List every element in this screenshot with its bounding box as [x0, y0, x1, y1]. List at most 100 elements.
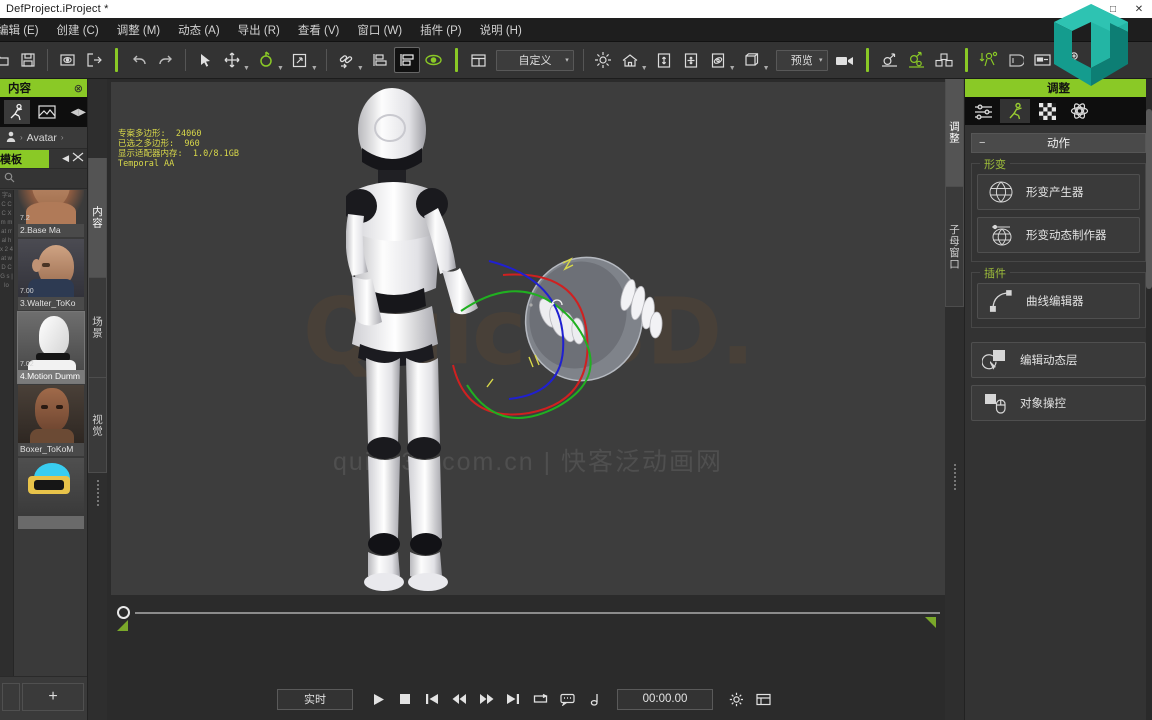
nav-left-icon[interactable]: ◀ [71, 107, 79, 118]
gear-icon[interactable] [724, 688, 748, 710]
content-nav-arrows[interactable]: ◀ ▶ [71, 107, 86, 118]
sidebar-item-adjust[interactable]: 调整 [945, 79, 964, 187]
filter-icon[interactable] [71, 150, 85, 168]
link-icon[interactable] [333, 47, 359, 73]
timecode-field[interactable]: 00:00.00 [617, 688, 713, 710]
layout-icon[interactable] [466, 47, 492, 73]
menu-plugins[interactable]: 插件 (P) [411, 19, 471, 41]
menu-help[interactable]: 说明 (H) [471, 19, 531, 41]
cluster-icon[interactable] [931, 47, 957, 73]
list-icon[interactable] [751, 688, 775, 710]
home-icon[interactable] [617, 47, 643, 73]
nav-right-icon[interactable]: ▶ [78, 107, 86, 118]
move-icon[interactable] [219, 47, 245, 73]
menu-view[interactable]: 查看 (V) [289, 19, 349, 41]
nav-left-icon[interactable]: ◀ [62, 153, 69, 164]
morph-generator-button[interactable]: 形变产生器 [977, 174, 1140, 210]
search-icon[interactable] [4, 170, 15, 188]
playback-mode-button[interactable]: 实时 [277, 688, 353, 710]
morph-animator-button[interactable]: 形变动态制作器 [977, 217, 1140, 253]
menu-edit[interactable]: 编辑 (E) [0, 19, 48, 41]
select-icon[interactable] [192, 47, 218, 73]
comment-button[interactable] [555, 688, 579, 710]
section-header-motion[interactable]: − 动作 [971, 133, 1146, 153]
open-icon[interactable] [0, 47, 14, 73]
height-icon[interactable] [651, 47, 677, 73]
jump-start-button[interactable] [420, 688, 444, 710]
content-active-subtab[interactable]: 模板 [0, 149, 49, 168]
close-icon[interactable]: ⊗ [74, 82, 83, 95]
face-icon[interactable] [1003, 47, 1029, 73]
timeline-scrubber[interactable] [107, 595, 945, 631]
list-item[interactable]: 7.02 4.Motion Dumm [17, 311, 85, 384]
curve-editor-button[interactable]: 曲线编辑器 [977, 283, 1140, 319]
panel-scrollbar[interactable] [1146, 79, 1152, 720]
sidebar-item-visual[interactable]: 视觉 [88, 378, 107, 473]
footer-slot[interactable] [2, 683, 20, 711]
sliders-icon[interactable] [968, 99, 998, 123]
orbit-icon[interactable] [705, 47, 731, 73]
list-item[interactable]: Boxer_ToKoM [18, 385, 84, 456]
content-search-row[interactable] [0, 169, 87, 189]
add-item-button[interactable]: + [22, 683, 84, 711]
camera-icon[interactable] [832, 47, 858, 73]
save-icon[interactable] [15, 47, 41, 73]
fast-forward-button[interactable] [474, 688, 498, 710]
undo-icon[interactable] [126, 47, 152, 73]
collapse-icon[interactable]: − [979, 137, 985, 149]
scene-icon[interactable] [34, 100, 60, 124]
play-button[interactable] [366, 688, 390, 710]
rotate-icon[interactable] [253, 47, 279, 73]
atom-icon[interactable] [1064, 99, 1094, 123]
breadcrumb-item-avatar[interactable]: Avatar [27, 132, 57, 144]
eye-icon[interactable] [421, 47, 447, 73]
timeline-playhead[interactable] [117, 606, 130, 619]
motion-run-icon[interactable] [1000, 99, 1030, 123]
checker-icon[interactable] [1032, 99, 1062, 123]
stop-button[interactable] [393, 688, 417, 710]
scale-icon[interactable] [287, 47, 313, 73]
preview-mode-dropdown[interactable]: 预览 ▾ [775, 49, 828, 71]
scrollbar-thumb[interactable] [1146, 109, 1152, 289]
list-item[interactable]: 7.2 2.Base Ma [18, 190, 84, 237]
range-end-marker[interactable] [925, 617, 936, 628]
loop-button[interactable] [528, 688, 552, 710]
rewind-button[interactable] [447, 688, 471, 710]
menu-animation[interactable]: 动态 (A) [169, 19, 229, 41]
sidebar-item-scene[interactable]: 场景 [88, 278, 107, 378]
dock-resize-handle[interactable] [88, 473, 107, 513]
menu-window[interactable]: 窗口 (W) [348, 19, 411, 41]
layout-preset-dropdown[interactable]: 自定义 ▾ [495, 49, 574, 71]
edit-motion-layer-button[interactable]: 编辑动态层 [971, 342, 1146, 378]
timeline-track[interactable] [135, 612, 940, 614]
dock-resize-handle[interactable] [945, 457, 964, 497]
thumbnail-image: 7.2 [18, 190, 84, 224]
light-icon[interactable] [590, 47, 616, 73]
align-left-icon[interactable] [367, 47, 393, 73]
list-item[interactable] [18, 458, 84, 529]
subtab-controls[interactable]: ◀ [62, 150, 85, 168]
object-puppet-button[interactable]: 对象操控 [971, 385, 1146, 421]
range-start-marker[interactable] [117, 620, 128, 631]
motion-import-icon[interactable] [976, 47, 1002, 73]
3d-viewport[interactable]: 专案多边形: 24060 已选之多边形: 960 显示适配器内存: 1.0/8.… [111, 82, 945, 595]
pan-icon[interactable] [678, 47, 704, 73]
rotation-gizmo[interactable] [441, 247, 631, 427]
bone-edit-icon[interactable] [904, 47, 930, 73]
sidebar-item-content[interactable]: 内容 [88, 158, 107, 278]
box-icon[interactable] [739, 47, 765, 73]
menu-render[interactable]: 导出 (R) [229, 19, 289, 41]
note-button[interactable] [582, 688, 606, 710]
preview-icon[interactable] [54, 47, 80, 73]
motion-icon[interactable] [4, 100, 30, 124]
align-right-icon[interactable] [393, 47, 420, 73]
menu-create[interactable]: 创建 (C) [48, 19, 108, 41]
sidebar-item-subwindow[interactable]: 子母窗口 [945, 187, 964, 307]
menu-modify[interactable]: 调整 (M) [108, 19, 169, 41]
bone-create-icon[interactable] [877, 47, 903, 73]
content-item-list[interactable]: 字a C C C X m m at rr al h x 2 4 at w D C… [0, 190, 87, 676]
list-item[interactable]: 7.00 3.Walter_ToKo [18, 239, 84, 310]
redo-icon[interactable] [153, 47, 179, 73]
jump-end-button[interactable] [501, 688, 525, 710]
export-icon[interactable] [81, 47, 107, 73]
